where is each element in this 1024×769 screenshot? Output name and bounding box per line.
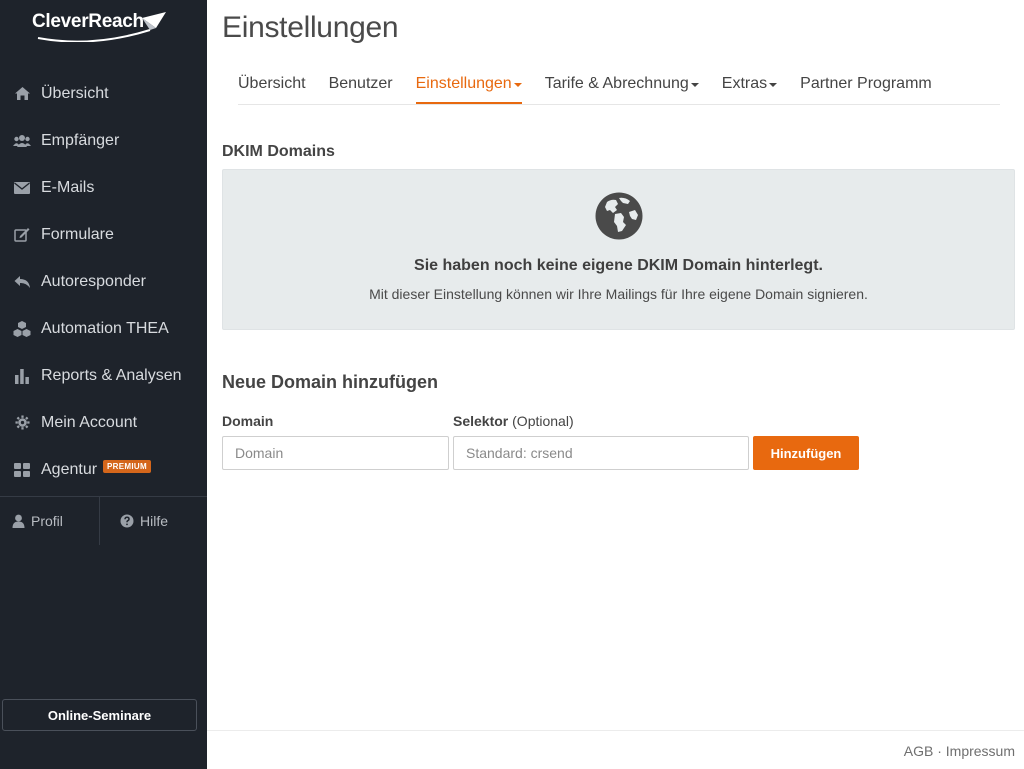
grid-icon bbox=[13, 461, 31, 479]
settings-tabs: Übersicht Benutzer Einstellungen Tarife … bbox=[238, 64, 1000, 105]
selector-optional-hint: (Optional) bbox=[512, 413, 574, 429]
reply-icon bbox=[13, 273, 31, 291]
profile-label: Profil bbox=[31, 513, 63, 529]
dkim-empty-state: Sie haben noch keine eigene DKIM Domain … bbox=[222, 169, 1015, 330]
premium-badge: PREMIUM bbox=[103, 460, 151, 473]
caret-down-icon bbox=[769, 83, 778, 87]
sidebar-item-formulare[interactable]: Formulare bbox=[0, 211, 207, 258]
empty-description: Mit dieser Einstellung können wir Ihre M… bbox=[369, 286, 868, 302]
sidebar-item-automation-thea[interactable]: Automation THEA bbox=[0, 305, 207, 352]
sidebar-item-label: Autoresponder bbox=[41, 272, 146, 290]
main-nav: Übersicht Empfänger E-Mails Formulare Au… bbox=[0, 70, 207, 493]
main-content: Einstellungen Übersicht Benutzer Einstel… bbox=[207, 0, 1024, 769]
sidebar-item-label: E-Mails bbox=[41, 178, 95, 196]
cleverreach-logo[interactable]: CleverReach bbox=[32, 8, 172, 42]
tab-partner-programm[interactable]: Partner Programm bbox=[800, 64, 932, 104]
sidebar-item-label: Reports & Analysen bbox=[41, 366, 182, 384]
sidebar-item-agentur[interactable]: Agentur PREMIUM bbox=[0, 446, 207, 493]
home-icon bbox=[13, 85, 31, 103]
sidebar-item-autoresponder[interactable]: Autoresponder bbox=[0, 258, 207, 305]
logo-swoosh-icon bbox=[37, 12, 166, 42]
tab-label: Übersicht bbox=[238, 75, 306, 92]
tab-extras[interactable]: Extras bbox=[721, 64, 778, 104]
cubes-icon bbox=[13, 320, 31, 338]
edit-icon bbox=[13, 226, 31, 244]
sidebar-item-label: Empfänger bbox=[41, 131, 120, 149]
sidebar-item-label: Agentur bbox=[41, 460, 98, 478]
selector-input[interactable] bbox=[453, 436, 749, 470]
sidebar-item-mein-account[interactable]: Mein Account bbox=[0, 399, 207, 446]
agb-link[interactable]: AGB bbox=[904, 743, 934, 759]
impressum-link[interactable]: Impressum bbox=[946, 743, 1015, 759]
footer-links: AGB · Impressum bbox=[904, 743, 1015, 759]
sidebar-item-empfaenger[interactable]: Empfänger bbox=[0, 117, 207, 164]
profile-button[interactable]: Profil bbox=[0, 497, 99, 545]
domain-input[interactable] bbox=[222, 436, 449, 470]
sidebar-footer-links: Profil Hilfe bbox=[0, 497, 207, 545]
sidebar-item-reports[interactable]: Reports & Analysen bbox=[0, 352, 207, 399]
tab-label: Benutzer bbox=[328, 75, 393, 92]
help-button[interactable]: Hilfe bbox=[99, 497, 207, 545]
tab-label: Extras bbox=[721, 75, 768, 92]
tab-einstellungen[interactable]: Einstellungen bbox=[415, 64, 522, 104]
domain-field-label: Domain bbox=[222, 413, 274, 429]
tab-label: Einstellungen bbox=[415, 75, 512, 92]
envelope-icon bbox=[13, 179, 31, 197]
selector-label-text: Selektor bbox=[453, 413, 509, 429]
sidebar-item-emails[interactable]: E-Mails bbox=[0, 164, 207, 211]
caret-down-icon bbox=[690, 83, 699, 87]
footer-divider bbox=[207, 730, 1024, 731]
question-circle-icon bbox=[120, 514, 134, 528]
tab-label: Tarife & Abrechnung bbox=[544, 75, 689, 92]
empty-heading: Sie haben noch keine eigene DKIM Domain … bbox=[414, 257, 823, 274]
sidebar-item-uebersicht[interactable]: Übersicht bbox=[0, 70, 207, 117]
sidebar: CleverReach Übersicht Empfänger E-Mails bbox=[0, 0, 207, 769]
tab-label: Partner Programm bbox=[800, 75, 932, 92]
online-seminars-button[interactable]: Online-Seminare bbox=[2, 699, 197, 731]
sidebar-item-label: Übersicht bbox=[41, 84, 109, 102]
caret-down-icon bbox=[513, 83, 522, 87]
tab-tarife-abrechnung[interactable]: Tarife & Abrechnung bbox=[545, 64, 699, 104]
users-icon bbox=[13, 132, 31, 150]
dkim-section-title: DKIM Domains bbox=[222, 143, 335, 160]
gear-icon bbox=[13, 414, 31, 432]
add-domain-title: Neue Domain hinzufügen bbox=[222, 372, 438, 392]
sidebar-item-label: Automation THEA bbox=[41, 319, 169, 337]
tab-uebersicht[interactable]: Übersicht bbox=[238, 64, 306, 104]
sidebar-item-label: Mein Account bbox=[41, 413, 138, 431]
bar-chart-icon bbox=[13, 367, 31, 385]
help-label: Hilfe bbox=[140, 513, 169, 529]
user-icon bbox=[12, 514, 25, 528]
globe-icon bbox=[595, 192, 643, 240]
selector-field-label: Selektor (Optional) bbox=[453, 413, 574, 429]
page-title: Einstellungen bbox=[222, 11, 399, 44]
add-domain-button[interactable]: Hinzufügen bbox=[753, 436, 859, 470]
tab-benutzer[interactable]: Benutzer bbox=[329, 64, 393, 104]
sidebar-item-label: Formulare bbox=[41, 225, 114, 243]
footer-separator: · bbox=[937, 743, 942, 759]
